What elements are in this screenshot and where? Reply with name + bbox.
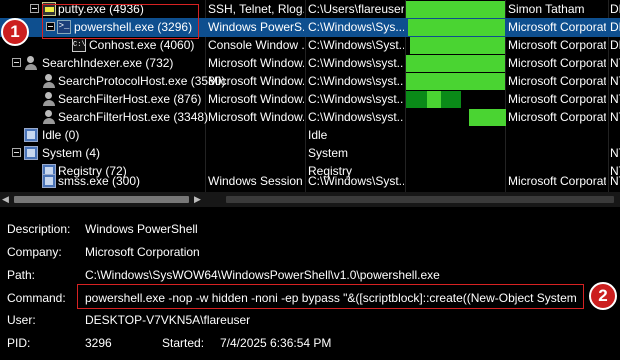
process-extra: NT <box>610 174 620 188</box>
process-description: SSH, Telnet, Rlog... <box>208 2 304 16</box>
process-extra: DE <box>610 38 620 52</box>
process-name: SearchIndexer.exe (732) <box>42 56 174 70</box>
process-extra: NT <box>610 74 620 88</box>
process-path: Idle <box>308 128 328 142</box>
process-description: Console Window ... <box>208 38 304 52</box>
process-description: Microsoft Window... <box>208 110 304 124</box>
command-label: Command: <box>7 291 66 305</box>
process-company: Microsoft Corporat... <box>508 174 606 188</box>
process-path: C:\Windows\Syst... <box>308 174 404 188</box>
cpu-graph <box>406 1 505 18</box>
collapse-icon[interactable] <box>12 58 21 67</box>
process-path: C:\Windows\Sys... <box>308 20 404 34</box>
user-label: User: <box>7 313 36 327</box>
console-icon: C:\ <box>72 38 86 52</box>
process-icon <box>24 128 38 142</box>
collapse-icon[interactable] <box>12 148 21 157</box>
process-company: Microsoft Corporat... <box>508 92 606 106</box>
process-name: System (4) <box>42 146 101 160</box>
process-path: System <box>308 146 349 160</box>
process-path: C:\Windows\syst... <box>308 92 404 106</box>
description-value: Windows PowerShell <box>85 222 198 236</box>
process-description: Microsoft Window... <box>208 56 304 70</box>
cpu-graph <box>406 73 505 90</box>
scrollbar-thumb[interactable] <box>14 196 189 203</box>
service-icon <box>42 92 56 106</box>
process-name: SearchProtocolHost.exe (3580) <box>58 74 226 88</box>
scrollbar-thumb[interactable] <box>226 196 614 203</box>
process-company: Microsoft Corporat... <box>508 38 606 52</box>
process-description: Windows Session ... <box>208 174 304 188</box>
process-path: C:\Windows\syst... <box>308 56 404 70</box>
cpu-graph <box>469 109 506 126</box>
cpu-graph <box>410 37 505 54</box>
process-company: Simon Tatham <box>508 2 585 16</box>
process-icon <box>42 174 56 188</box>
process-name: SearchFilterHost.exe (3348) <box>58 110 209 124</box>
process-company: Microsoft Corporat... <box>508 74 606 88</box>
path-value: C:\Windows\SysWOW64\WindowsPowerShell\v1… <box>85 268 440 282</box>
process-description: Windows PowerS... <box>208 20 304 34</box>
cpu-graph <box>427 91 441 108</box>
company-label: Company: <box>7 245 62 259</box>
process-name: smss.exe (300) <box>58 174 141 188</box>
process-extra: NT <box>610 110 620 124</box>
process-row-searchfilterhost[interactable]: SearchFilterHost.exe (3348) Microsoft Wi… <box>0 108 620 127</box>
process-path: C:\Windows\syst... <box>308 74 404 88</box>
cpu-graph <box>408 19 505 36</box>
path-label: Path: <box>7 268 36 282</box>
process-description: Microsoft Window... <box>208 74 304 88</box>
horizontal-scrollbar[interactable]: ◀ ▶ <box>0 192 620 207</box>
process-row-searchindexer[interactable]: SearchIndexer.exe (732) Microsoft Window… <box>0 54 620 73</box>
started-value: 7/4/2025 6:36:54 PM <box>220 336 332 350</box>
process-extra: NT <box>610 56 620 70</box>
process-description: Microsoft Window... <box>208 92 304 106</box>
process-company: Microsoft Corporat... <box>508 56 606 70</box>
command-value[interactable]: powershell.exe -nop -w hidden -noni -ep … <box>85 291 579 305</box>
process-path: C:\Windows\syst... <box>308 110 404 124</box>
scroll-left-icon[interactable]: ◀ <box>2 193 9 206</box>
process-row-system[interactable]: System (4) System NT <box>0 144 620 163</box>
process-name: SearchFilterHost.exe (876) <box>58 92 202 106</box>
process-name: Conhost.exe (4060) <box>89 38 195 52</box>
process-extra: DE <box>610 2 620 16</box>
process-icon <box>24 146 38 160</box>
collapse-icon[interactable] <box>30 4 39 13</box>
scroll-right-icon[interactable]: ▶ <box>194 193 201 206</box>
process-extra: NT <box>610 92 620 106</box>
process-row-searchprotocolhost[interactable]: SearchProtocolHost.exe (3580) Microsoft … <box>0 72 620 91</box>
process-extra: NT <box>610 146 620 160</box>
started-label: Started: <box>162 336 205 350</box>
process-company: Microsoft Corporat... <box>508 20 606 34</box>
highlight-box-powershell <box>42 4 199 39</box>
process-row-searchfilterhost[interactable]: SearchFilterHost.exe (876) Microsoft Win… <box>0 90 620 109</box>
cpu-graph <box>406 91 427 108</box>
process-path: C:\Users\flareuser... <box>308 2 404 16</box>
company-value: Microsoft Corporation <box>85 245 200 259</box>
pid-label: PID: <box>7 336 31 350</box>
service-icon <box>42 110 56 124</box>
process-row-idle[interactable]: Idle (0) Idle <box>0 126 620 145</box>
annotation-badge-2: 2 <box>589 282 617 310</box>
cpu-graph <box>441 91 461 108</box>
pid-value: 3296 <box>85 336 112 350</box>
process-company: Microsoft Corporat... <box>508 110 606 124</box>
service-icon <box>42 74 56 88</box>
process-row-smss[interactable]: smss.exe (300) Windows Session ... C:\Wi… <box>0 172 620 191</box>
process-extra: DE <box>610 20 620 34</box>
process-path: C:\Windows\Syst... <box>308 38 404 52</box>
user-value: DESKTOP-V7VKN5A\flareuser <box>85 313 251 327</box>
process-details-pane: Description: Windows PowerShell Company:… <box>0 207 620 360</box>
description-label: Description: <box>7 222 71 236</box>
process-tree: putty.exe (4936) SSH, Telnet, Rlog... C:… <box>0 0 620 192</box>
annotation-badge-1: 1 <box>1 18 29 46</box>
cpu-graph <box>406 55 505 72</box>
process-name: Idle (0) <box>42 128 80 142</box>
service-icon <box>24 56 38 70</box>
